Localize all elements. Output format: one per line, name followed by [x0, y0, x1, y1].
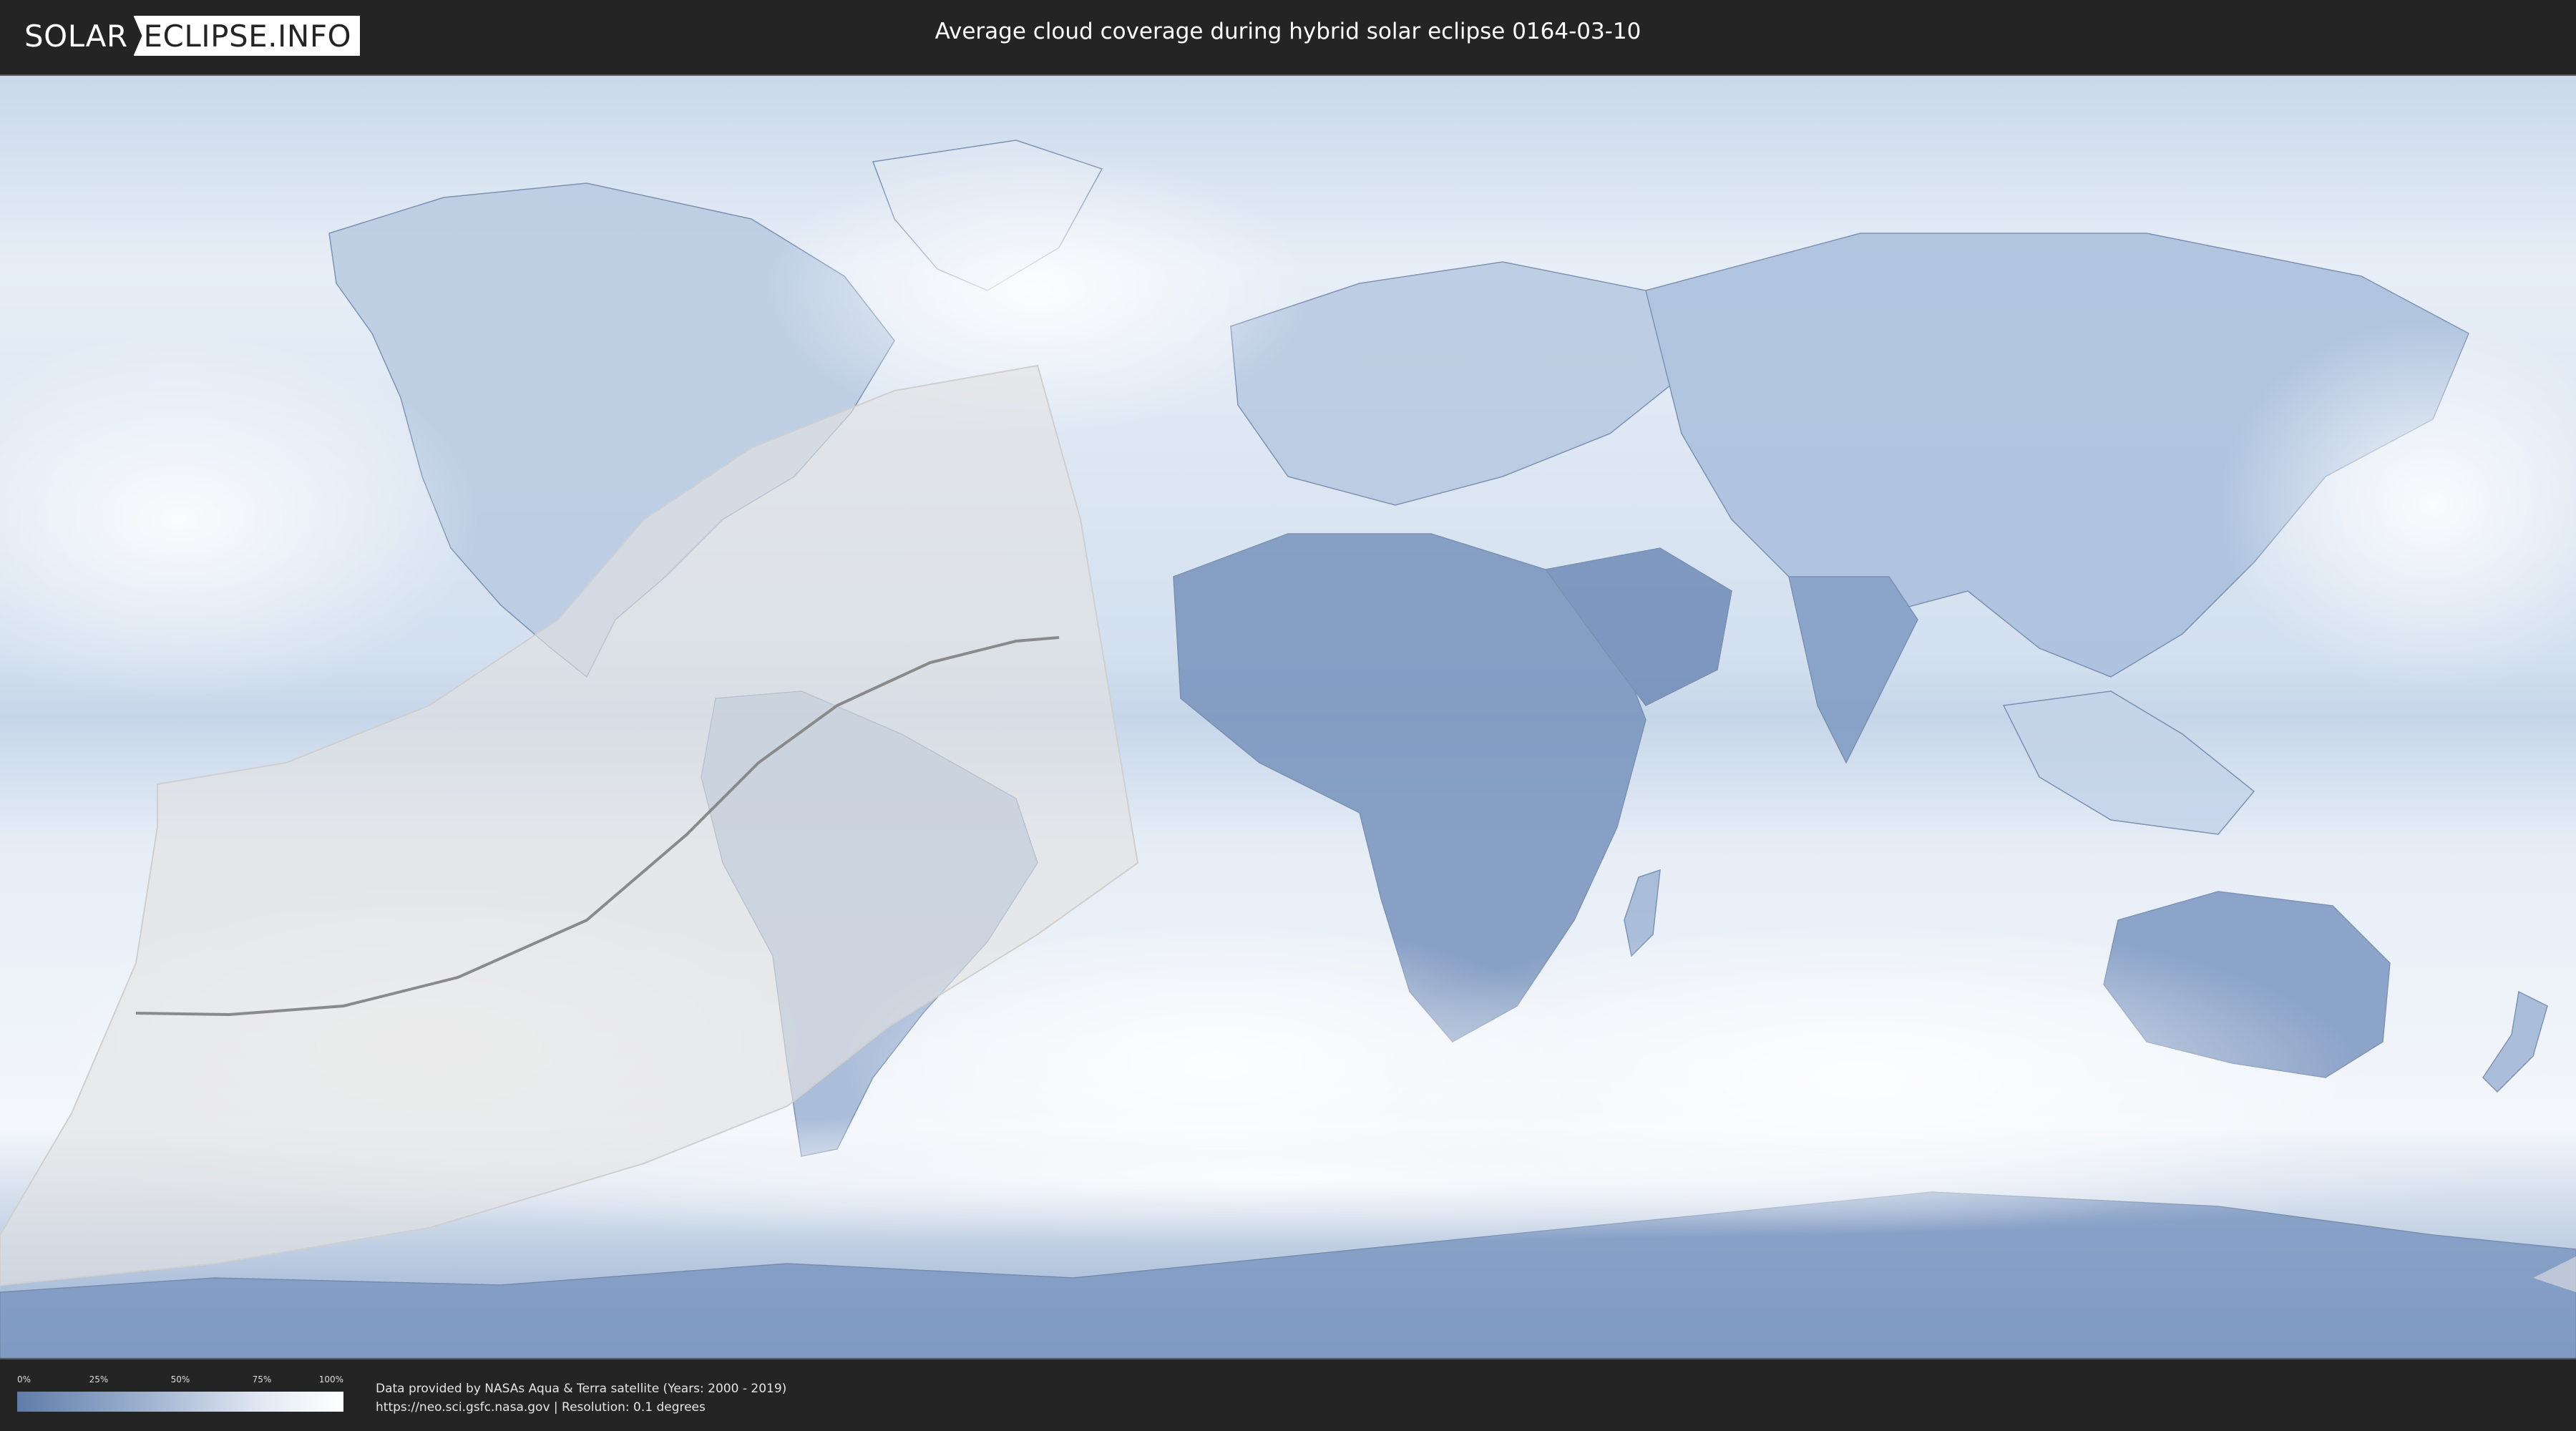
credits-line-2: https://neo.sci.gsfc.nasa.gov | Resoluti…: [376, 1400, 706, 1415]
legend-tick-50: 50%: [170, 1374, 190, 1384]
legend-tick-100: 100%: [318, 1374, 343, 1384]
world-map-svg: [0, 76, 2576, 1358]
legend-tick-75: 75%: [252, 1374, 272, 1384]
site-logo[interactable]: SOLAR ECLIPSE.INFO: [24, 16, 361, 56]
data-credits: Data provided by NASAs Aqua & Terra sate…: [376, 1379, 786, 1417]
credits-line-1: Data provided by NASAs Aqua & Terra sate…: [376, 1382, 787, 1396]
legend-ticks: 0% 25% 50% 75% 100%: [17, 1374, 343, 1387]
logo-solar-text: SOLAR: [24, 18, 128, 54]
cloud-coverage-legend: 0% 25% 50% 75% 100%: [17, 1374, 343, 1412]
logo-eclipse-text: ECLIPSE.INFO: [133, 16, 361, 56]
top-bar: SOLAR ECLIPSE.INFO Average cloud coverag…: [0, 0, 2576, 72]
legend-tick-25: 25%: [89, 1374, 109, 1384]
cloud-coverage-map: [0, 74, 2576, 1359]
legend-color-bar: [17, 1392, 343, 1412]
page-title: Average cloud coverage during hybrid sol…: [935, 19, 1641, 44]
legend-tick-0: 0%: [17, 1374, 31, 1384]
